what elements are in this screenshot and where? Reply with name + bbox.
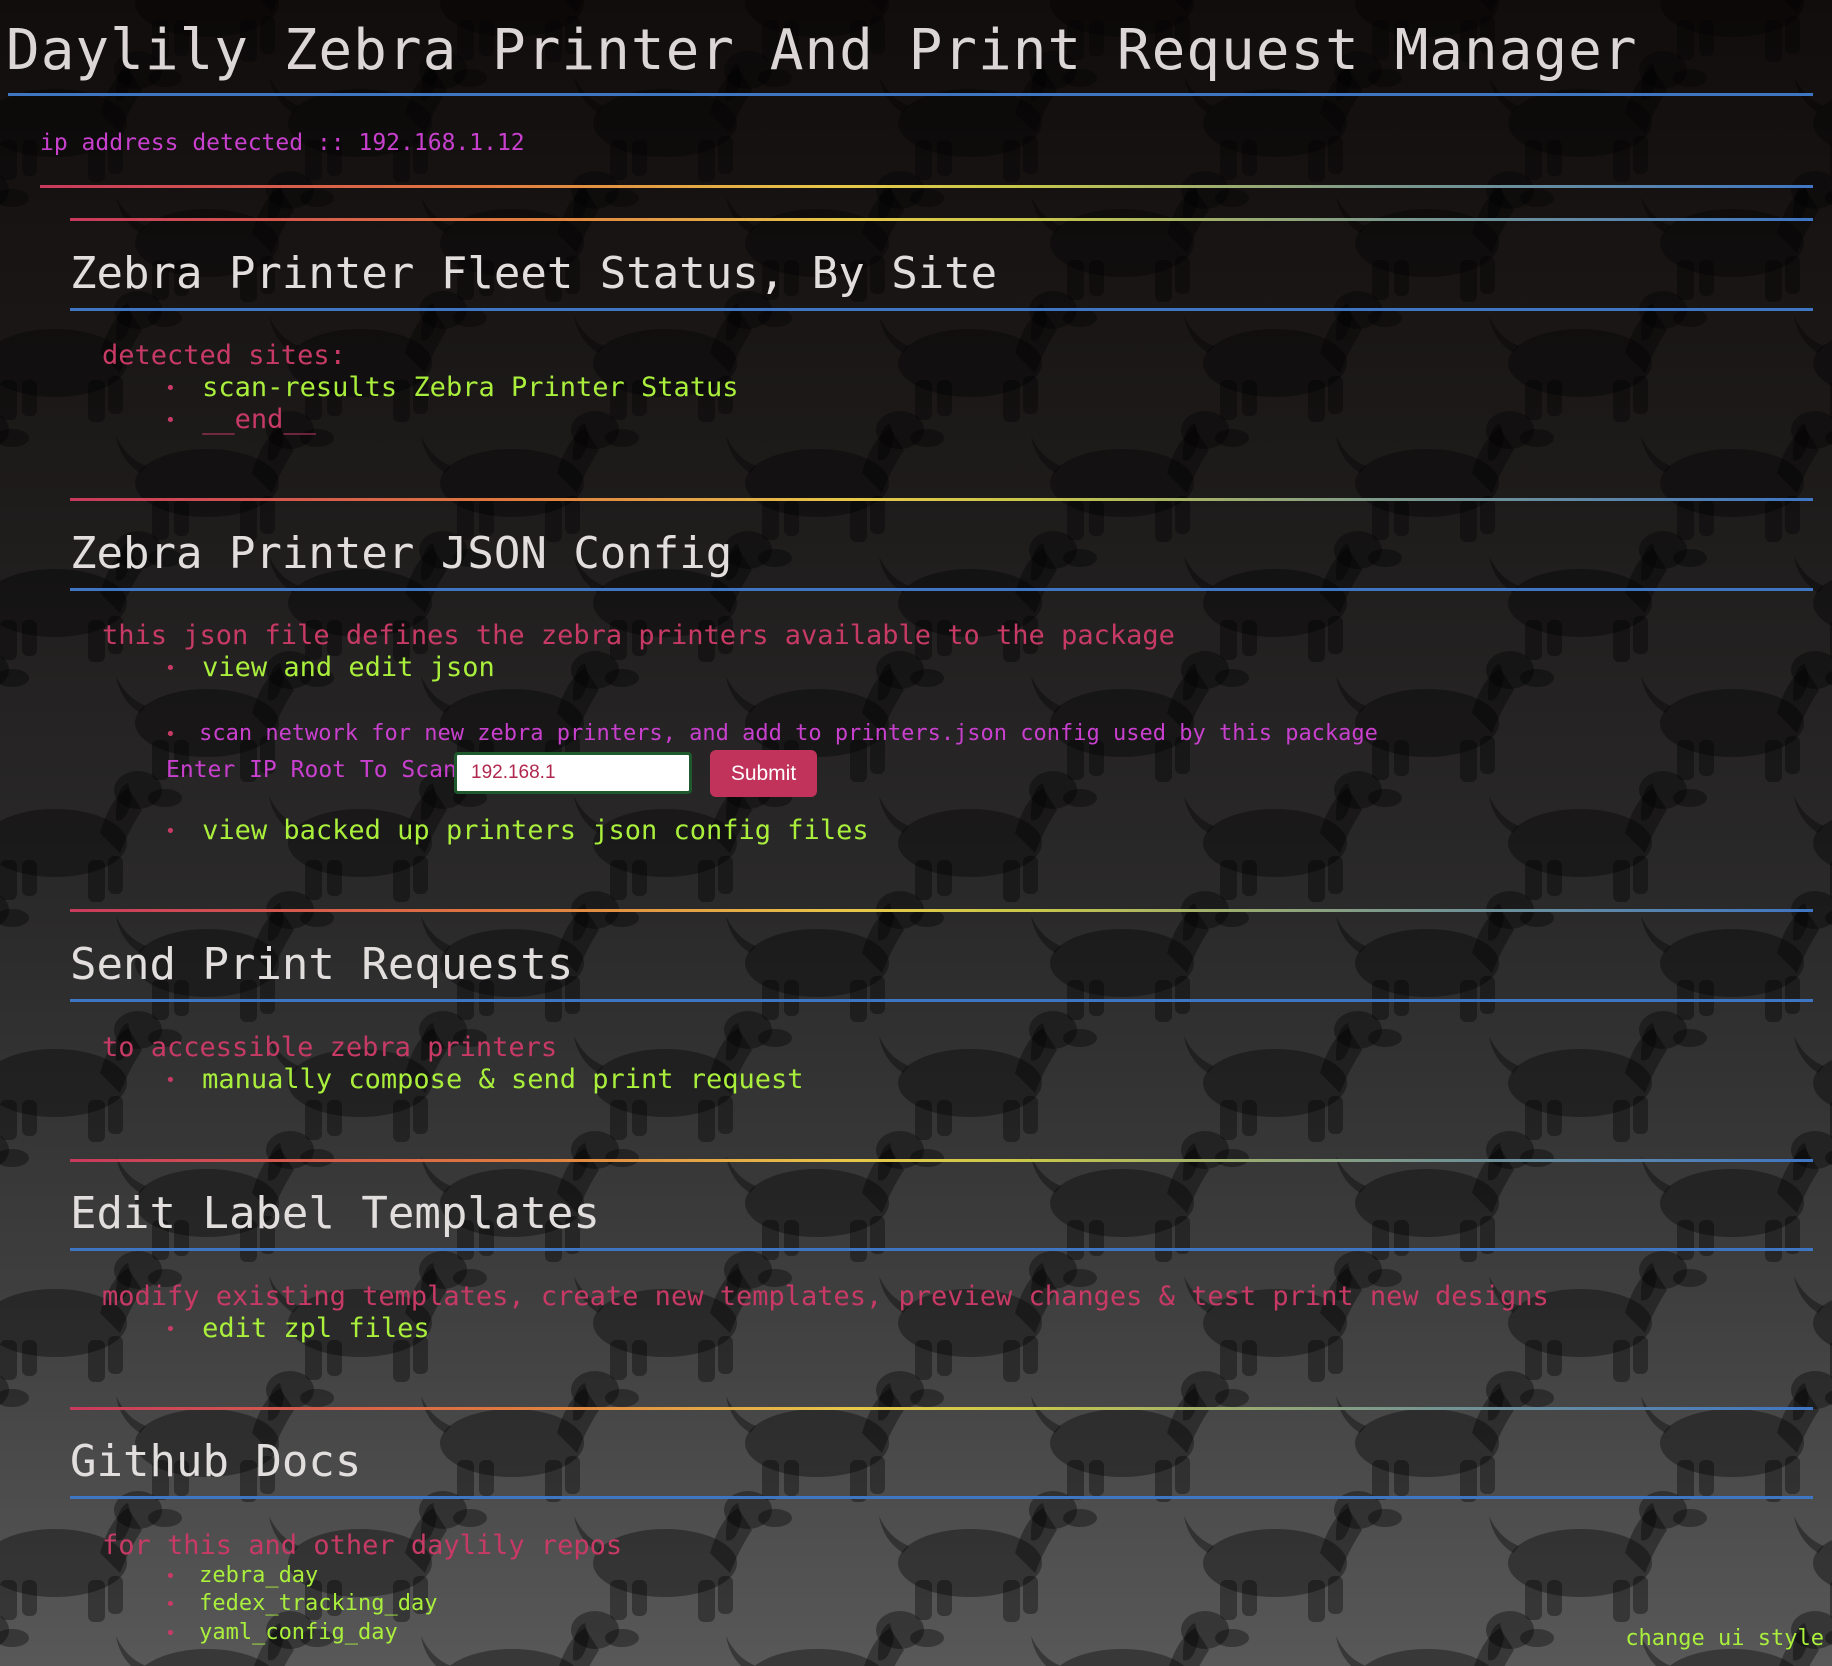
submit-button[interactable]: Submit [710, 750, 817, 797]
ip-root-input[interactable] [454, 752, 692, 794]
bullet-icon: • [165, 821, 176, 842]
docs-rainbow-divider [70, 1407, 1813, 1410]
templates-section-title: Edit Label Templates [70, 1188, 600, 1239]
fleet-title-underline [70, 308, 1813, 311]
header-rainbow-divider [40, 185, 1813, 188]
title-divider [8, 93, 1813, 96]
print-section-title: Send Print Requests [70, 939, 574, 990]
config-title-underline [70, 588, 1813, 591]
bullet-icon: • [165, 410, 176, 431]
scan-network-text: • scan network for new zebra printers, a… [165, 721, 1378, 746]
compose-print-label: manually compose & send print request [202, 1064, 804, 1095]
templates-rainbow-divider [70, 1159, 1813, 1162]
docs-link-fedex-tracking-day[interactable]: • fedex_tracking_day [165, 1591, 438, 1616]
docs-link-label: fedex_tracking_day [199, 1591, 438, 1616]
page-title: Daylily Zebra Printer And Print Request … [6, 18, 1638, 83]
config-description: this json file defines the zebra printer… [102, 620, 1175, 651]
docs-section-title: Github Docs [70, 1436, 362, 1487]
scan-network-label: scan network for new zebra printers, and… [199, 721, 1378, 746]
config-section-title: Zebra Printer JSON Config [70, 528, 733, 579]
fleet-end-link[interactable]: • __end__ [165, 404, 316, 435]
fleet-scan-results-link[interactable]: • scan-results Zebra Printer Status [165, 372, 739, 403]
docs-description: for this and other daylily repos [102, 1530, 623, 1561]
docs-link-label: yaml_config_day [199, 1620, 398, 1645]
bullet-icon: • [165, 723, 176, 745]
ip-root-label: Enter IP Root To Scan: [166, 757, 471, 783]
bullet-icon: • [165, 1319, 176, 1340]
fleet-end-label: __end__ [202, 404, 316, 435]
fleet-description: detected sites: [102, 340, 346, 371]
change-ui-style-link[interactable]: change ui style [1625, 1626, 1824, 1651]
fleet-section-title: Zebra Printer Fleet Status, By Site [70, 248, 998, 299]
docs-link-zebra-day[interactable]: • zebra_day [165, 1563, 318, 1588]
edit-zpl-label: edit zpl files [202, 1313, 430, 1344]
edit-zpl-link[interactable]: • edit zpl files [165, 1313, 430, 1344]
bullet-icon: • [165, 378, 176, 399]
print-description: to accessible zebra printers [102, 1032, 558, 1063]
bullet-icon: • [165, 658, 176, 679]
view-backups-link[interactable]: • view backed up printers json config fi… [165, 815, 869, 846]
templates-title-underline [70, 1248, 1813, 1251]
docs-title-underline [70, 1496, 1813, 1499]
ip-address-text: ip address detected :: 192.168.1.12 [40, 130, 525, 156]
bullet-icon: • [165, 1593, 176, 1615]
docs-link-yaml-config-day[interactable]: • yaml_config_day [165, 1620, 398, 1645]
templates-description: modify existing templates, create new te… [102, 1281, 1549, 1312]
view-backups-label: view backed up printers json config file… [202, 815, 869, 846]
bullet-icon: • [165, 1070, 176, 1091]
fleet-scan-results-label: scan-results Zebra Printer Status [202, 372, 739, 403]
docs-link-label: zebra_day [199, 1563, 319, 1588]
view-edit-json-label: view and edit json [202, 652, 495, 683]
config-rainbow-divider [70, 498, 1813, 501]
fleet-rainbow-divider [70, 218, 1813, 221]
bullet-icon: • [165, 1622, 176, 1644]
view-edit-json-link[interactable]: • view and edit json [165, 652, 495, 683]
compose-print-link[interactable]: • manually compose & send print request [165, 1064, 804, 1095]
print-title-underline [70, 999, 1813, 1002]
print-rainbow-divider [70, 909, 1813, 912]
bullet-icon: • [165, 1565, 176, 1587]
